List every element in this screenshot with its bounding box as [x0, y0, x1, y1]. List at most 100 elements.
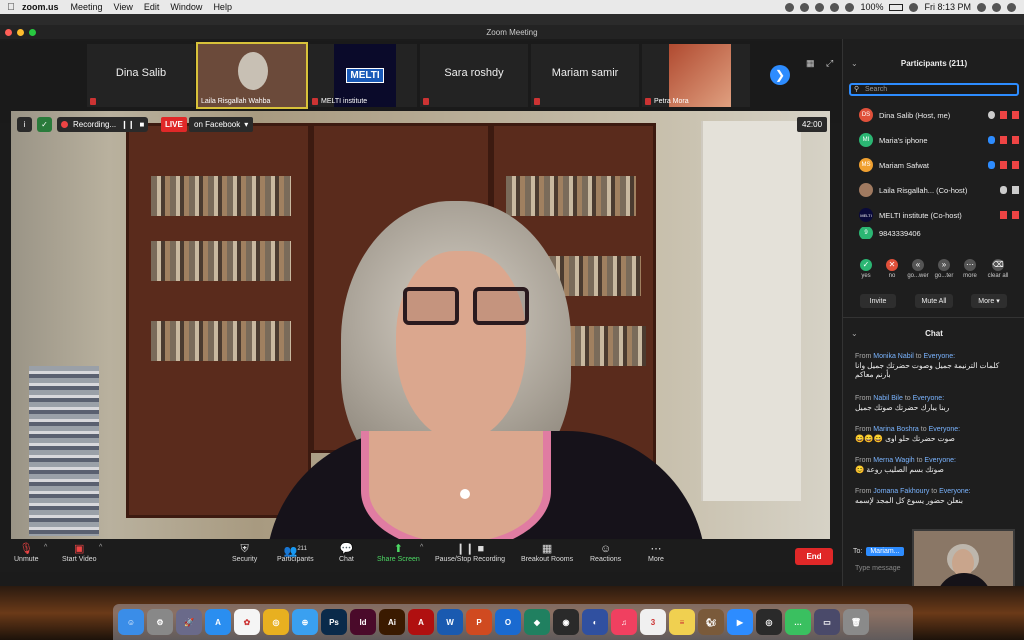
reaction-more[interactable]: ⋯ more	[957, 259, 983, 279]
pause-stop-recording-button[interactable]: ❙❙ ■ Pause/Stop Recording	[435, 542, 505, 563]
menu-meeting[interactable]: Meeting	[71, 2, 103, 12]
reaction-yes[interactable]: ✓ yes	[853, 259, 879, 279]
recipient-select[interactable]: Mariam...	[866, 547, 904, 556]
calendar-icon[interactable]: 3	[640, 609, 666, 635]
thumb-laila-risgallah[interactable]: Laila Risgallah Wahba	[196, 42, 308, 109]
speaker-collar	[361, 431, 551, 539]
thumb-melti[interactable]: MELTI MELTI institute	[309, 44, 417, 107]
menu-help[interactable]: Help	[213, 2, 232, 12]
trash-icon[interactable]: 🗑	[843, 609, 869, 635]
word-icon[interactable]: W	[437, 609, 463, 635]
from-prefix: From	[855, 395, 872, 402]
start-video-button[interactable]: ▣ Start Video	[62, 542, 97, 563]
live-stream-target[interactable]: on Facebook ▾	[189, 117, 254, 132]
end-meeting-button[interactable]: End	[795, 548, 833, 565]
siri-menu-icon[interactable]	[992, 2, 1001, 12]
indesign-icon[interactable]: Id	[350, 609, 376, 635]
clock[interactable]: Fri 8:13 PM	[924, 2, 971, 12]
music-icon[interactable]: ♫	[611, 609, 637, 635]
participant-row[interactable]: 9 9843339406	[859, 227, 1019, 239]
thumb-petra-mora[interactable]: Petra Mora	[642, 44, 750, 107]
mic-muted-icon	[1000, 161, 1007, 169]
photos-icon[interactable]: ✿	[234, 609, 260, 635]
participant-row[interactable]: MI Maria's iphone	[859, 130, 1019, 150]
chat-button[interactable]: 💬 Chat	[339, 542, 354, 563]
reaction-no[interactable]: ✕ no	[879, 259, 905, 279]
chat-message-input[interactable]: Type message	[855, 565, 901, 572]
ellipsis-icon: ⋯	[964, 259, 976, 271]
safari-icon[interactable]: ⊕	[292, 609, 318, 635]
self-view-video[interactable]	[912, 529, 1015, 593]
squirrel-icon[interactable]: 🐿	[698, 609, 724, 635]
video-options-caret-icon[interactable]: ^	[99, 544, 102, 551]
davinci-icon[interactable]: ◉	[553, 609, 579, 635]
thumb-sara-roshdy[interactable]: Sara roshdy	[420, 44, 528, 107]
meeting-info-icon[interactable]: i	[17, 117, 32, 132]
reaction-go-slower[interactable]: « go...wer	[905, 259, 931, 279]
battery-icon[interactable]	[889, 3, 904, 11]
powerpoint-icon[interactable]: P	[466, 609, 492, 635]
participant-row[interactable]: MS Mariam Safwat	[859, 155, 1019, 175]
gitkraken-icon[interactable]: ◆	[524, 609, 550, 635]
finder-icon[interactable]: ☺	[118, 609, 144, 635]
photoshop-icon[interactable]: Ps	[321, 609, 347, 635]
app-menu[interactable]: zoom.us	[22, 2, 59, 12]
apple-menu-icon[interactable]: 	[0, 2, 22, 13]
system-preferences-icon[interactable]: ⚙	[147, 609, 173, 635]
menu-edit[interactable]: Edit	[144, 2, 160, 12]
sender: Monika Nabil	[873, 353, 914, 360]
reaction-clear-all[interactable]: ⌫ clear all	[985, 259, 1011, 279]
stop-recording-icon[interactable]: ■	[140, 120, 145, 129]
chrome-icon[interactable]: ◎	[263, 609, 289, 635]
participant-row[interactable]: DS Dina Salib (Host, me)	[859, 105, 1019, 125]
mute-all-button[interactable]: Mute All	[915, 294, 953, 308]
obs-icon[interactable]: ◎	[756, 609, 782, 635]
siri-icon[interactable]: ◐	[582, 609, 608, 635]
bluetooth-icon[interactable]	[830, 2, 840, 12]
participants-more-button[interactable]: More ▾	[971, 294, 1007, 308]
notes-icon[interactable]: ≡	[669, 609, 695, 635]
thumb-name: Dina Salib	[115, 67, 167, 79]
launchpad-icon[interactable]: 🚀	[176, 609, 202, 635]
acrobat-icon[interactable]: A	[408, 609, 434, 635]
notification-center-icon[interactable]	[1007, 2, 1016, 12]
spotlight-icon[interactable]	[977, 2, 986, 12]
participants-button[interactable]: 👥211 Participants	[277, 542, 314, 563]
reaction-go-faster[interactable]: » go...ter	[931, 259, 957, 279]
next-page-arrow-icon[interactable]: ❯	[770, 65, 790, 85]
shield-status-icon[interactable]	[815, 2, 825, 12]
breakout-rooms-button[interactable]: ▦ Breakout Rooms	[521, 542, 573, 563]
audio-options-caret-icon[interactable]: ^	[44, 544, 47, 551]
app-store-icon[interactable]: A	[205, 609, 231, 635]
input-source-icon[interactable]	[909, 2, 919, 12]
illustrator-icon[interactable]: Ai	[379, 609, 405, 635]
side-panel: ⌄ Participants (211) ⚲ Search DS Dina Sa…	[842, 39, 1024, 586]
video-off-icon	[1012, 161, 1019, 169]
message-text: بنعلن حضور يسوع كل المجد لإسمه	[855, 496, 963, 505]
thumb-dina-salib[interactable]: Dina Salib	[87, 44, 195, 107]
participant-row[interactable]: MELTI MELTI institute (Co-host)	[859, 205, 1019, 225]
share-screen-button[interactable]: ⬆ Share Screen	[377, 542, 420, 563]
invite-button[interactable]: Invite	[860, 294, 896, 308]
wifi-icon[interactable]	[845, 2, 855, 12]
encryption-shield-icon[interactable]: ✓	[37, 117, 52, 132]
share-options-caret-icon[interactable]: ^	[420, 544, 423, 551]
unmute-button[interactable]: 🎙 Unmute	[14, 542, 39, 563]
participant-row[interactable]: Laila Risgallah... (Co-host)	[859, 180, 1019, 200]
creative-cloud-icon[interactable]	[800, 2, 810, 12]
outlook-icon[interactable]: O	[495, 609, 521, 635]
reactions-button[interactable]: ☺ Reactions	[590, 542, 621, 563]
participants-search-input[interactable]: ⚲ Search	[849, 83, 1019, 96]
thumb-mariam-samir[interactable]: Mariam samir	[531, 44, 639, 107]
menu-view[interactable]: View	[114, 2, 133, 12]
menu-window[interactable]: Window	[170, 2, 202, 12]
messages-icon[interactable]: …	[785, 609, 811, 635]
zoom-icon[interactable]: ▶	[727, 609, 753, 635]
gallery-view-icon[interactable]: ▦	[806, 58, 815, 69]
security-button[interactable]: ⛨ Security	[232, 542, 257, 563]
zoom-status-icon[interactable]	[785, 2, 795, 12]
pause-recording-icon[interactable]: ❙❙	[121, 120, 134, 129]
more-button[interactable]: ⋯ More	[648, 542, 664, 563]
fullscreen-icon[interactable]: ⤢	[826, 58, 833, 69]
screenshot-icon[interactable]: ▭	[814, 609, 840, 635]
